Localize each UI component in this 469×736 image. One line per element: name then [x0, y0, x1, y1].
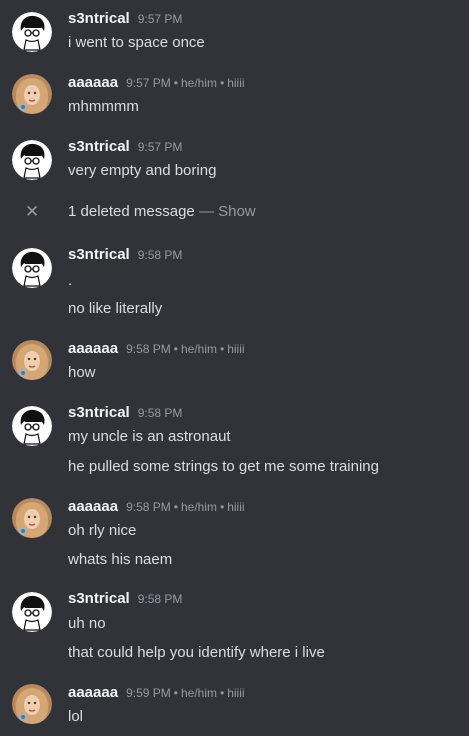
avatar-sketch[interactable] — [12, 140, 52, 180]
pronouns: he/him — [180, 686, 217, 700]
message-header: aaaaaa 9:58 PM • he/him • hiiii — [68, 340, 245, 360]
user-tag: hiiii — [227, 500, 245, 514]
username[interactable]: aaaaaa — [68, 340, 118, 357]
avatar-sketch[interactable] — [12, 248, 52, 288]
deleted-message-notice: 1 deleted message — Show — [68, 203, 256, 220]
message-header: aaaaaa 9:57 PM • he/him • hiiii — [68, 74, 245, 94]
message-header: s3ntrical 9:58 PM — [68, 246, 182, 266]
message-text: no like literally — [68, 300, 163, 317]
username[interactable]: s3ntrical — [68, 10, 130, 27]
deleted-message-row: ✕ 1 deleted message — Show — [0, 202, 469, 224]
pronoun-separator: • — [220, 686, 225, 700]
message-text: whats his naem — [68, 551, 173, 568]
message-header: s3ntrical 9:57 PM — [68, 138, 182, 158]
timestamp[interactable]: 9:58 PM — [138, 248, 183, 262]
message-text: very empty and boring — [68, 162, 217, 179]
avatar-portrait[interactable] — [12, 340, 52, 380]
pronoun-separator: • — [220, 342, 225, 356]
username[interactable]: aaaaaa — [68, 498, 118, 515]
deleted-separator: — — [198, 203, 214, 220]
show-deleted-button[interactable]: Show — [218, 203, 256, 220]
username[interactable]: aaaaaa — [68, 74, 118, 91]
pronoun-separator: • — [173, 342, 178, 356]
user-tag: hiiii — [227, 686, 245, 700]
message-text: mhmmmm — [68, 98, 139, 115]
message-header: aaaaaa 9:58 PM • he/him • hiiii — [68, 498, 245, 518]
message-header: aaaaaa 9:59 PM • he/him • hiiii — [68, 684, 245, 704]
username[interactable]: aaaaaa — [68, 684, 118, 701]
username[interactable]: s3ntrical — [68, 138, 130, 155]
message-text: how — [68, 364, 96, 381]
username[interactable]: s3ntrical — [68, 590, 130, 607]
timestamp[interactable]: 9:58 PM — [138, 592, 183, 606]
pronoun-separator: • — [173, 500, 178, 514]
message-header: s3ntrical 9:58 PM — [68, 590, 182, 610]
pronouns: he/him — [180, 76, 217, 90]
message-text: that could help you identify where i liv… — [68, 644, 325, 661]
timestamp[interactable]: 9:59 PM — [126, 686, 171, 700]
message-text: uh no — [68, 615, 106, 632]
message-text: oh rly nice — [68, 522, 137, 539]
message-text: lol — [68, 708, 84, 725]
message-text: my uncle is an astronaut — [68, 428, 231, 445]
username[interactable]: s3ntrical — [68, 404, 130, 421]
pronouns: he/him — [180, 342, 217, 356]
timestamp[interactable]: 9:57 PM — [126, 76, 171, 90]
message-text: . — [68, 272, 73, 289]
user-tag: hiiii — [227, 342, 245, 356]
timestamp[interactable]: 9:58 PM — [138, 406, 183, 420]
deleted-count: 1 deleted message — [68, 203, 195, 220]
username[interactable]: s3ntrical — [68, 246, 130, 263]
timestamp[interactable]: 9:58 PM — [126, 500, 171, 514]
pronoun-separator: • — [220, 500, 225, 514]
timestamp[interactable]: 9:58 PM — [126, 342, 171, 356]
avatar-sketch[interactable] — [12, 12, 52, 52]
avatar-sketch[interactable] — [12, 406, 52, 446]
avatar-portrait[interactable] — [12, 498, 52, 538]
timestamp[interactable]: 9:57 PM — [138, 12, 183, 26]
pronoun-separator: • — [173, 76, 178, 90]
message-text: i went to space once — [68, 34, 205, 51]
message-header: s3ntrical 9:58 PM — [68, 404, 182, 424]
pronoun-separator: • — [220, 76, 225, 90]
pronouns: he/him — [180, 500, 217, 514]
avatar-sketch[interactable] — [12, 592, 52, 632]
pronoun-separator: • — [173, 686, 178, 700]
close-icon[interactable]: ✕ — [25, 203, 39, 220]
timestamp[interactable]: 9:57 PM — [138, 140, 183, 154]
avatar-portrait[interactable] — [12, 684, 52, 724]
message-text: he pulled some strings to get me some tr… — [68, 458, 379, 475]
message-header: s3ntrical 9:57 PM — [68, 10, 182, 30]
user-tag: hiiii — [227, 76, 245, 90]
avatar-portrait[interactable] — [12, 74, 52, 114]
